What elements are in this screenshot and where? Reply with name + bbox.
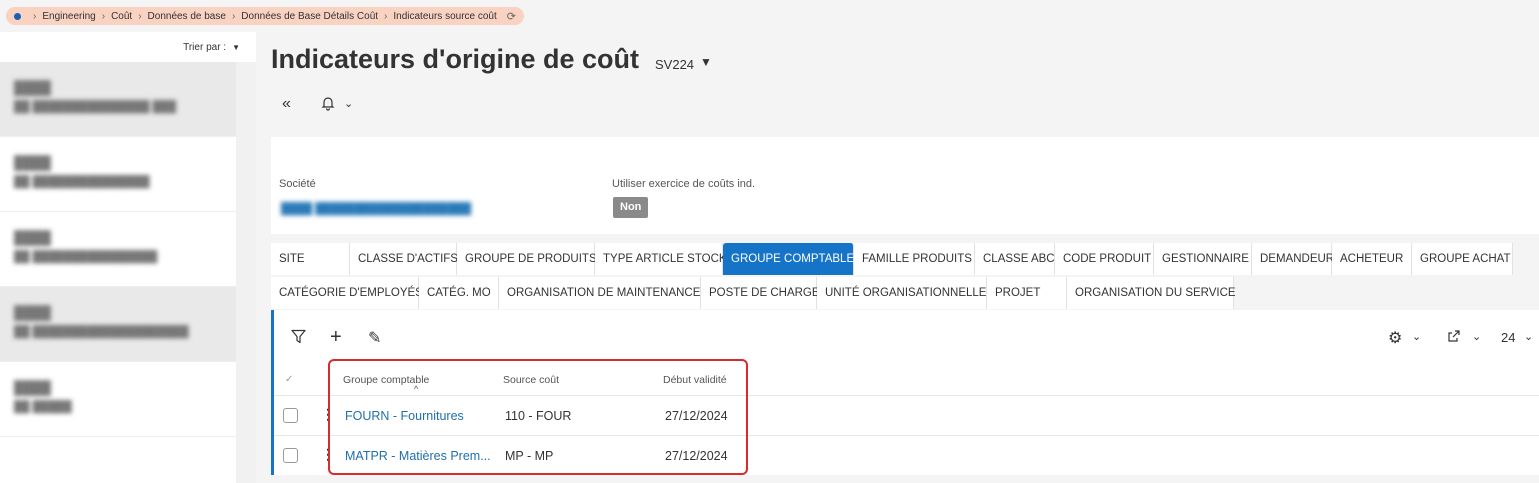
sort-bar[interactable]: Trier par : ▼ xyxy=(0,32,256,62)
version-selector[interactable]: SV224 xyxy=(655,57,694,72)
redacted-record: ████ ██ ████████████████ xyxy=(14,230,158,263)
sort-ascending-icon: ^ xyxy=(414,384,419,394)
record-list-item[interactable]: ████ ██ ███████████████ ███ xyxy=(0,62,256,137)
tab-code-produit[interactable]: CODE PRODUIT xyxy=(1055,243,1154,275)
home-dot-icon[interactable] xyxy=(14,12,21,20)
tab-organisation-maintenance[interactable]: ORGANISATION DE MAINTENANCE xyxy=(499,277,701,309)
tab-classe-actifs[interactable]: CLASSE D'ACTIFS xyxy=(350,243,458,275)
cell-debut-validite: 27/12/2024 xyxy=(665,449,728,463)
cell-groupe-comptable[interactable]: FOURN - Fournitures xyxy=(345,409,464,423)
breadcrumb-item-cout[interactable]: Coût xyxy=(111,11,132,22)
chevron-down-icon[interactable]: ⌄ xyxy=(1472,330,1481,343)
tab-projet[interactable]: PROJET xyxy=(987,277,1067,309)
tab-classe-abc[interactable]: CLASSE ABC xyxy=(975,243,1055,275)
tab-row-2: CATÉGORIE D'EMPLOYÉS CATÉG. MO ORGANISAT… xyxy=(271,277,1236,309)
redacted-record: ████ ██ ███████████████ ███ xyxy=(14,80,176,113)
record-list-item[interactable]: ████ ██ █████ xyxy=(0,362,256,437)
cell-source-cout: 110 - FOUR xyxy=(505,409,572,423)
edit-pencil-icon[interactable]: ✎ xyxy=(368,328,381,348)
column-header-source-cout[interactable]: Source coût xyxy=(503,374,559,386)
bell-icon[interactable] xyxy=(320,95,336,116)
exercice-value-badge: Non xyxy=(613,197,649,218)
societe-label: Société xyxy=(279,178,316,190)
chevron-right-icon: › xyxy=(33,10,37,22)
chevron-down-icon[interactable]: ⌄ xyxy=(1524,330,1533,343)
record-list-item[interactable]: ████ ██ ████████████████ xyxy=(0,212,256,287)
tab-categorie-employes[interactable]: CATÉGORIE D'EMPLOYÉS xyxy=(271,277,423,309)
chevron-right-icon: › xyxy=(384,10,388,22)
tab-row-1: SITE CLASSE D'ACTIFS GROUPE DE PRODUITS … xyxy=(271,243,1513,275)
tab-categ-mo[interactable]: CATÉG. MO xyxy=(419,277,499,309)
breadcrumb-item-details-cout[interactable]: Données de Base Détails Coût xyxy=(241,11,378,22)
redacted-record: ████ ██ ███████████████ xyxy=(14,155,150,188)
caret-down-icon[interactable]: ▼ xyxy=(700,55,712,69)
cell-debut-validite: 27/12/2024 xyxy=(665,409,728,423)
tab-site[interactable]: SITE xyxy=(271,243,350,275)
breadcrumb: › Engineering › Coût › Données de base ›… xyxy=(6,7,524,25)
redacted-record: ████ ██ █████ xyxy=(14,380,72,413)
tab-unite-organisationnelle[interactable]: UNITÉ ORGANISATIONNELLE xyxy=(817,277,987,309)
breadcrumb-item-current: Indicateurs source coût xyxy=(393,10,497,22)
row-menu-kebab-icon[interactable]: ⋮ xyxy=(321,446,335,463)
record-list-item[interactable]: ████ ██ ███████████████ xyxy=(0,137,256,212)
list-scrollbar[interactable] xyxy=(236,62,256,483)
caret-down-icon[interactable]: ▼ xyxy=(232,43,240,52)
tab-groupe-produits[interactable]: GROUPE DE PRODUITS xyxy=(457,243,597,275)
chevron-right-icon: › xyxy=(101,10,106,22)
sort-label[interactable]: Trier par : xyxy=(183,42,226,53)
tab-famille-produits[interactable]: FAMILLE PRODUITS xyxy=(854,243,975,275)
cell-groupe-comptable[interactable]: MATPR - Matières Prem... xyxy=(345,449,491,463)
record-list-item[interactable]: ████ ██ ████████████████████ xyxy=(0,287,256,362)
societe-value-link[interactable]: ████ ████████████████████ xyxy=(281,203,471,215)
gear-icon[interactable]: ⚙ xyxy=(1388,328,1402,348)
redacted-record: ████ ██ ████████████████████ xyxy=(14,305,189,338)
tab-gestionnaire[interactable]: GESTIONNAIRE xyxy=(1154,243,1252,275)
chevron-right-icon: › xyxy=(231,10,236,22)
header-form: Société ████ ████████████████████ Utilis… xyxy=(271,137,1539,234)
tab-organisation-service[interactable]: ORGANISATION DU SERVICE xyxy=(1067,277,1236,309)
page-size-selector[interactable]: 24 xyxy=(1501,330,1515,345)
exercice-label: Utiliser exercice de coûts ind. xyxy=(612,178,756,190)
breadcrumb-item-donnees-de-base[interactable]: Données de base xyxy=(148,11,226,22)
double-chevron-left-icon[interactable]: « xyxy=(282,95,291,113)
tab-groupe-achat[interactable]: GROUPE ACHAT xyxy=(1412,243,1513,275)
tab-poste-de-charge[interactable]: POSTE DE CHARGE xyxy=(701,277,820,309)
filter-icon[interactable] xyxy=(291,329,306,349)
tab-type-article-stock[interactable]: TYPE ARTICLE STOCK xyxy=(595,243,727,275)
row-menu-kebab-icon[interactable]: ⋮ xyxy=(321,406,335,423)
tab-demandeur[interactable]: DEMANDEUR xyxy=(1252,243,1334,275)
tab-acheteur[interactable]: ACHETEUR xyxy=(1332,243,1412,275)
table-row[interactable]: ⋮ MATPR - Matières Prem... MP - MP 27/12… xyxy=(274,435,1539,475)
chevron-down-icon[interactable]: ⌄ xyxy=(344,97,353,110)
refresh-icon[interactable]: ⟳ xyxy=(507,10,516,23)
column-header-debut-validite[interactable]: Début validité xyxy=(663,374,727,386)
tab-groupe-comptable[interactable]: GROUPE COMPTABLE xyxy=(723,243,854,275)
add-icon[interactable]: + xyxy=(330,326,342,349)
grid-panel: + ✎ ⚙ ⌄ ⌄ 24 ⌄ ✓ Groupe comptable ^ Sour… xyxy=(271,310,1539,475)
chevron-down-icon[interactable]: ⌄ xyxy=(1412,330,1421,343)
chevron-right-icon: › xyxy=(138,10,142,22)
row-checkbox[interactable] xyxy=(283,408,298,423)
row-checkbox[interactable] xyxy=(283,448,298,463)
page-title: Indicateurs d'origine de coût xyxy=(271,44,639,74)
export-icon[interactable] xyxy=(1447,329,1461,348)
record-list-panel: Trier par : ▼ ████ ██ ███████████████ ███… xyxy=(0,32,256,483)
cell-source-cout: MP - MP xyxy=(505,449,554,463)
select-all-check-icon[interactable]: ✓ xyxy=(285,374,293,385)
breadcrumb-item-engineering[interactable]: Engineering xyxy=(42,11,95,22)
table-row[interactable]: ⋮ FOURN - Fournitures 110 - FOUR 27/12/2… xyxy=(274,395,1539,435)
